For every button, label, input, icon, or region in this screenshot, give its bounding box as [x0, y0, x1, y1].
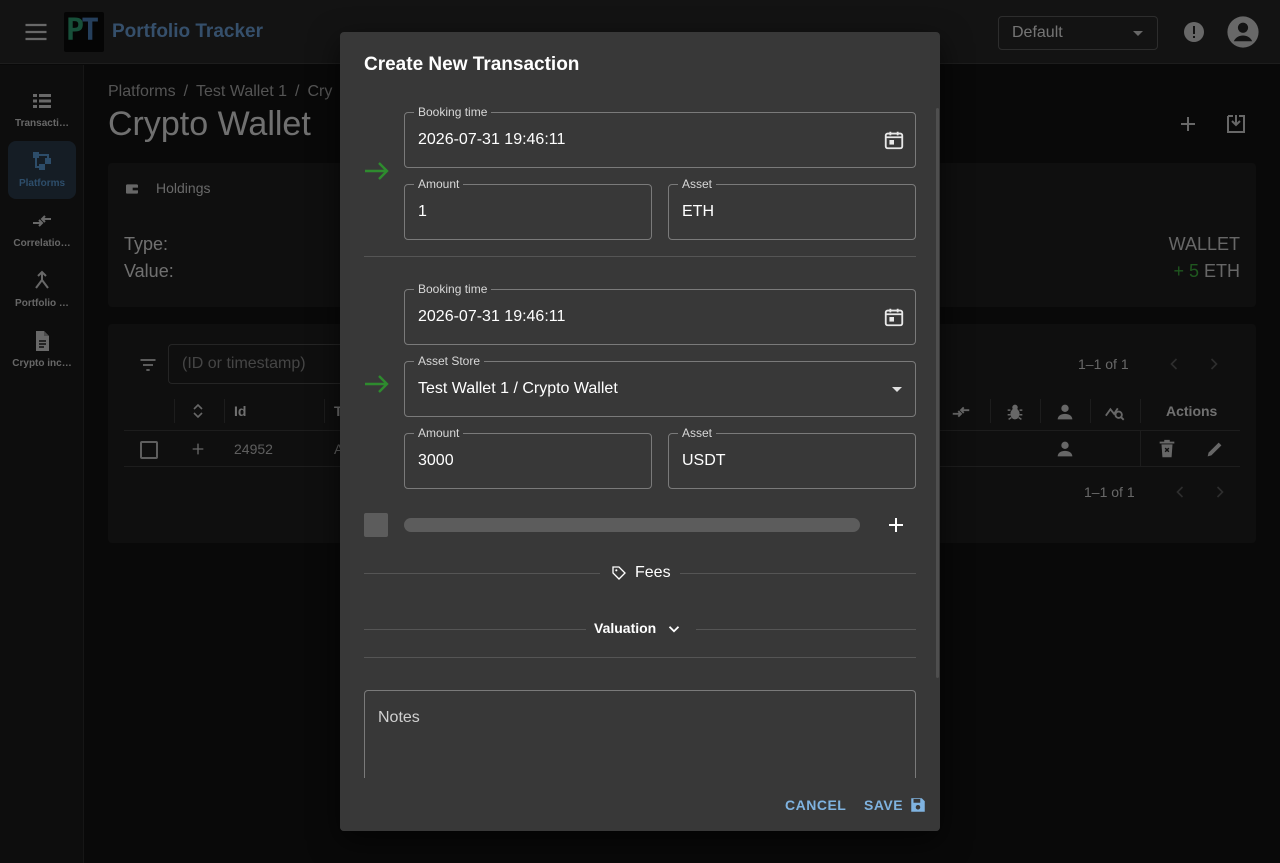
field-value: 1: [418, 203, 427, 220]
asset-store-select[interactable]: Asset Store Test Wallet 1 / Crypto Walle…: [404, 354, 916, 417]
leg2-amount-field[interactable]: Amount 3000: [404, 426, 652, 489]
leg-placeholder-bar: [404, 518, 860, 532]
field-value: Test Wallet 1 / Crypto Wallet: [418, 380, 618, 397]
leg1-amount-field[interactable]: Amount 1: [404, 177, 652, 240]
divider: [364, 256, 916, 257]
leg1-booking-time-field[interactable]: Booking time 2026-07-31 19:46:11: [404, 105, 916, 168]
valuation-toggle[interactable]: Valuation: [594, 620, 656, 636]
cancel-button[interactable]: CANCEL: [785, 797, 846, 813]
leg1-asset-field[interactable]: Asset ETH: [668, 177, 916, 240]
field-value: 2026-07-31 19:46:11: [418, 131, 566, 148]
field-label: Booking time: [414, 105, 492, 119]
notes-placeholder: Notes: [378, 709, 420, 726]
arrow-right-icon: [364, 373, 390, 395]
calendar-icon[interactable]: [883, 129, 905, 151]
caret-down-icon: [892, 387, 902, 392]
leg2-booking-time-field[interactable]: Booking time 2026-07-31 19:46:11: [404, 282, 916, 345]
field-label: Asset: [678, 426, 717, 440]
field-label: Booking time: [414, 282, 492, 296]
save-button[interactable]: SAVE: [864, 797, 903, 813]
arrow-right-icon: [364, 160, 390, 182]
save-icon[interactable]: [909, 796, 927, 814]
field-value: USDT: [682, 452, 726, 469]
field-label: Asset Store: [414, 354, 485, 368]
dialog-actions: [340, 778, 940, 831]
leg-placeholder-box: [364, 513, 388, 537]
tag-icon: [611, 565, 627, 581]
field-value: 3000: [418, 452, 454, 469]
divider: [696, 629, 916, 630]
divider: [364, 573, 600, 574]
chevron-down-icon[interactable]: [665, 620, 683, 638]
field-value: ETH: [682, 203, 714, 220]
dialog-scrollbar[interactable]: [936, 108, 939, 678]
calendar-icon[interactable]: [883, 306, 905, 328]
notes-field[interactable]: Notes: [364, 690, 916, 790]
fees-toggle[interactable]: Fees: [635, 564, 671, 582]
add-leg-icon[interactable]: [884, 513, 908, 537]
divider: [364, 657, 916, 658]
create-transaction-dialog: Create New Transaction Booking time 2026…: [340, 32, 940, 831]
field-label: Asset: [678, 177, 717, 191]
divider: [364, 629, 586, 630]
field-label: Amount: [414, 177, 464, 191]
field-label: Amount: [414, 426, 464, 440]
leg2-asset-field[interactable]: Asset USDT: [668, 426, 916, 489]
dialog-title: Create New Transaction: [364, 54, 580, 75]
field-value: 2026-07-31 19:46:11: [418, 308, 566, 325]
divider: [680, 573, 916, 574]
